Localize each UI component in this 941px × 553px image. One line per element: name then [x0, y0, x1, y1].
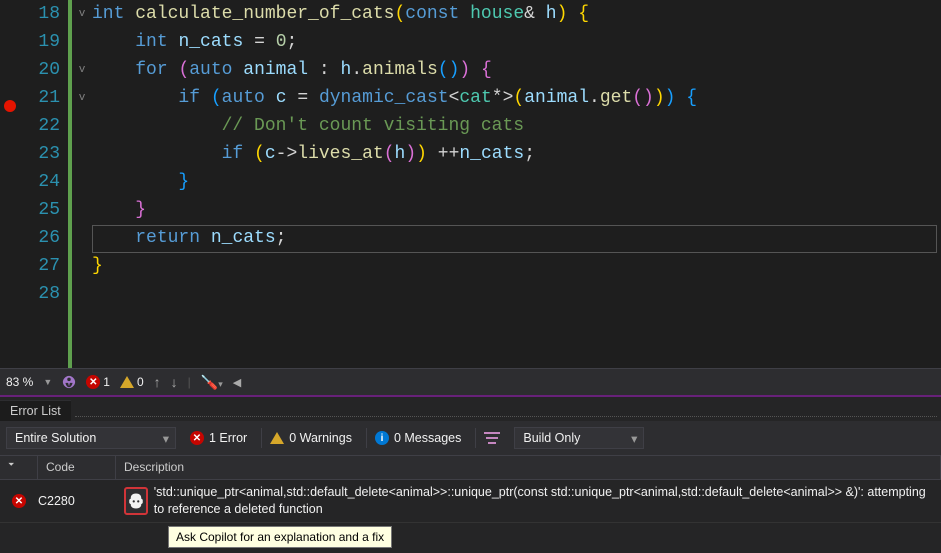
prev-issue-button[interactable]: ↑: [154, 374, 161, 390]
warning-icon: [270, 432, 284, 444]
filter-settings-button[interactable]: [475, 428, 508, 448]
error-list-tab[interactable]: Error List: [0, 400, 71, 421]
warnings-filter-label: 0 Warnings: [289, 431, 352, 445]
inline-warning-count[interactable]: 0: [120, 375, 144, 389]
nav-left-icon[interactable]: ◀: [233, 376, 241, 389]
error-list-header: ⏷ Code Description: [0, 455, 941, 480]
zoom-dropdown-icon[interactable]: ▼: [43, 377, 52, 387]
error-icon: ✕: [86, 375, 100, 389]
fold-gutter[interactable]: vvv: [72, 0, 92, 368]
zoom-level[interactable]: 83 %: [6, 375, 33, 389]
warning-count-text: 0: [137, 375, 144, 389]
error-list-panel: Error List Entire Solution ✕ 1 Error 0 W…: [0, 397, 941, 553]
breakpoint-marker[interactable]: [4, 100, 16, 112]
code-column-header[interactable]: Code: [38, 456, 116, 479]
messages-filter-button[interactable]: i 0 Messages: [366, 428, 469, 448]
messages-filter-label: 0 Messages: [394, 431, 461, 445]
panel-drag-handle[interactable]: [75, 416, 937, 417]
severity-column-header[interactable]: ⏷: [0, 456, 38, 479]
description-column-header[interactable]: Description: [116, 456, 941, 479]
errors-filter-label: 1 Error: [209, 431, 247, 445]
scope-dropdown[interactable]: Entire Solution: [6, 427, 176, 449]
error-count-text: 1: [103, 375, 110, 389]
next-issue-button[interactable]: ↓: [171, 374, 178, 390]
filter-settings-icon: [484, 431, 500, 445]
inline-error-count[interactable]: ✕ 1: [86, 375, 110, 389]
separator: |: [188, 375, 191, 389]
errors-filter-button[interactable]: ✕ 1 Error: [182, 428, 255, 448]
code-area[interactable]: int calculate_number_of_cats(const house…: [92, 0, 941, 368]
warning-icon: [120, 376, 134, 388]
error-row[interactable]: ✕ C2280 'std::unique_ptr<animal,std::def…: [0, 480, 941, 523]
line-number-gutter: 1819202122232425262728: [16, 0, 68, 368]
editor-statusbar: 83 % ▼ ✕ 1 0 ↑ ↓ | 🪛▾ ◀: [0, 368, 941, 395]
copilot-tooltip: Ask Copilot for an explanation and a fix: [168, 526, 392, 548]
error-description: 'std::unique_ptr<animal,std::default_del…: [154, 484, 933, 518]
info-icon: i: [375, 431, 389, 445]
error-icon: ✕: [190, 431, 204, 445]
code-editor[interactable]: 1819202122232425262728 vvv int calculate…: [0, 0, 941, 368]
error-icon: ✕: [12, 494, 26, 508]
copilot-icon: [127, 492, 145, 510]
screwdriver-icon[interactable]: 🪛▾: [201, 374, 223, 391]
build-intellisense-dropdown[interactable]: Build Only: [514, 427, 644, 449]
warnings-filter-button[interactable]: 0 Warnings: [261, 428, 360, 448]
ask-copilot-button[interactable]: [124, 487, 148, 515]
error-code: C2280: [38, 494, 116, 508]
health-indicator-icon: [62, 375, 76, 389]
breakpoint-gutter[interactable]: [0, 0, 16, 368]
